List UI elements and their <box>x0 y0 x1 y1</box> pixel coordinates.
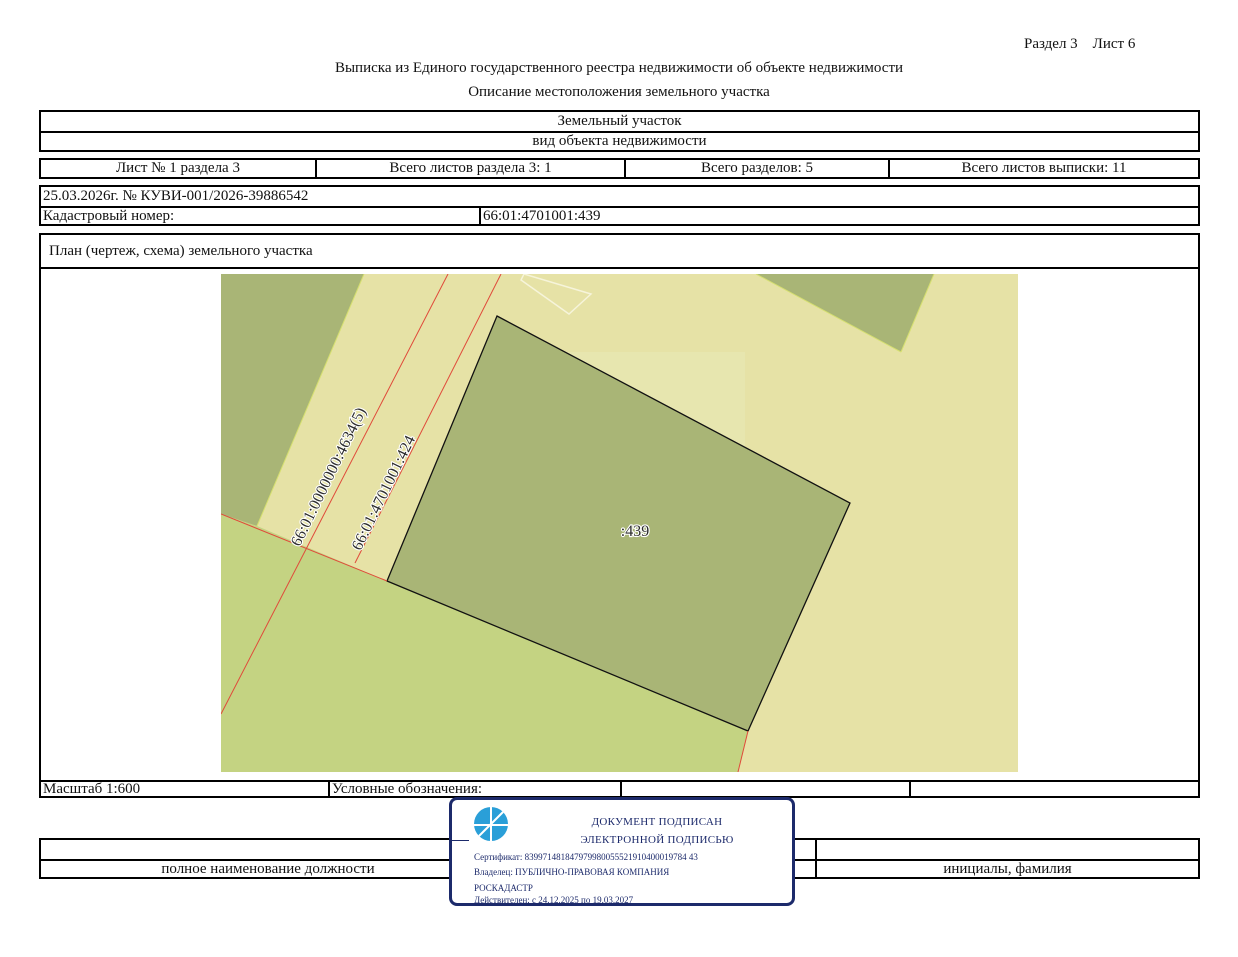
position-caption: полное наименование должности <box>161 860 375 877</box>
stamp-validity: Действителен: с 24.12.2025 по 19.03.2027 <box>474 895 634 905</box>
parcel-plan-map: :439 66:01:4701001:424 66:01:0000000:463… <box>221 274 1018 772</box>
total-sheets-section: Всего листов раздела 3: 1 <box>389 160 552 176</box>
object-type-table: Земельный участок вид объекта недвижимос… <box>39 110 1200 152</box>
plan-title: План (чертеж, схема) земельного участка <box>49 242 313 259</box>
date-number: 25.03.2026г. № КУВИ-001/2026-39886542 <box>43 188 309 204</box>
total-sheets-extract: Всего листов выписки: 11 <box>961 160 1127 176</box>
stamp-owner: Владелец: ПУБЛИЧНО-ПРАВОВАЯ КОМПАНИЯ <box>474 867 670 877</box>
stamp-certificate: Сертификат: 8399714818479799800555219104… <box>474 852 698 862</box>
object-type-caption: вид объекта недвижимости <box>532 133 707 149</box>
electronic-signature-stamp: ДОКУМЕНТ ПОДПИСАН ЭЛЕКТРОННОЙ ПОДПИСЬЮ С… <box>449 797 795 906</box>
stamp-line-2: ЭЛЕКТРОННОЙ ПОДПИСЬЮ <box>580 834 734 846</box>
sheet-number: Лист № 1 раздела 3 <box>116 160 240 176</box>
document-title: Выписка из Единого государственного реес… <box>334 60 904 76</box>
stamp-line-1: ДОКУМЕНТ ПОДПИСАН <box>591 816 723 828</box>
sheets-table: Лист № 1 раздела 3 Всего листов раздела … <box>39 158 1200 179</box>
scale-label: Масштаб 1:600 <box>43 780 141 797</box>
name-caption: инициалы, фамилия <box>943 860 1072 877</box>
parcel-label: :439 <box>621 523 649 540</box>
object-type: Земельный участок <box>557 113 682 129</box>
section-sheet-label: Раздел 3 Лист 6 <box>1024 36 1136 52</box>
total-sections: Всего разделов: 5 <box>700 160 814 176</box>
cadastral-label: Кадастровый номер: <box>43 207 175 224</box>
cadastral-number: 66:01:4701001:439 <box>483 207 601 224</box>
legend-label: Условные обозначения: <box>332 780 483 797</box>
stamp-owner-2: РОСКАДАСТР <box>474 883 533 893</box>
document-subtitle: Описание местоположения земельного участ… <box>468 84 770 100</box>
cadastral-table: 25.03.2026г. № КУВИ-001/2026-39886542 Ка… <box>39 185 1200 226</box>
roskadastr-logo-icon <box>474 807 508 841</box>
